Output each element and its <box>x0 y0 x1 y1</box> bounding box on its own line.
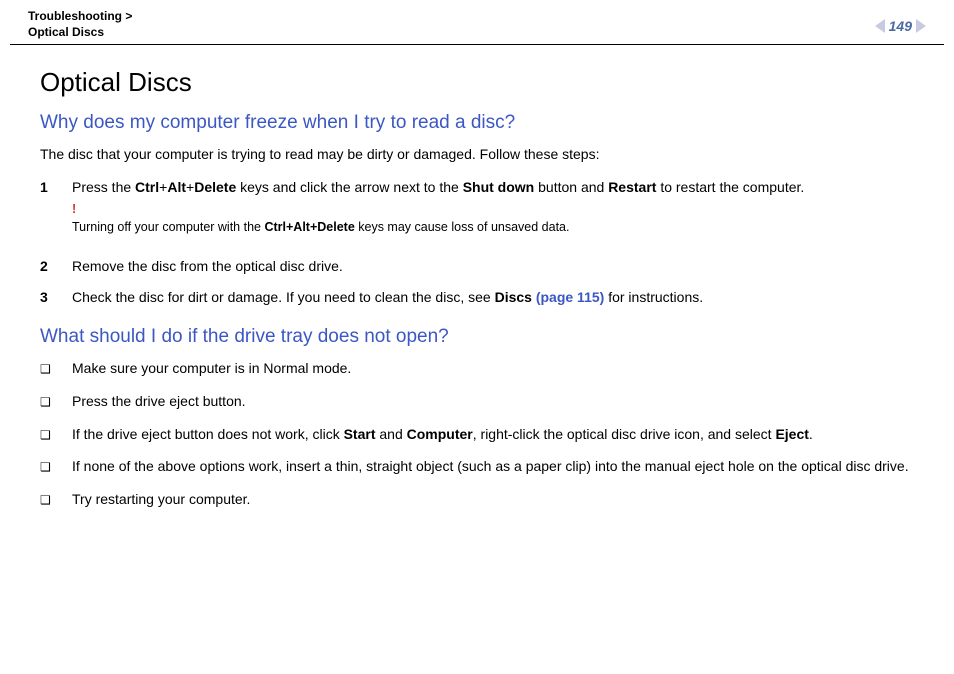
step-2: 2 Remove the disc from the optical disc … <box>40 256 914 277</box>
steps-list: 1 Press the Ctrl+Alt+Delete keys and cli… <box>40 177 914 308</box>
breadcrumb-line1: Troubleshooting > <box>28 9 132 23</box>
step-text: Check the disc for dirt or damage. If yo… <box>72 287 914 308</box>
warning-note: ! Turning off your computer with the Ctr… <box>72 200 914 236</box>
square-bullet-icon: ❑ <box>40 424 54 447</box>
list-item: ❑ Make sure your computer is in Normal m… <box>40 358 914 381</box>
breadcrumb-line2: Optical Discs <box>28 25 104 39</box>
warning-icon: ! <box>72 200 914 218</box>
list-item: ❑ If none of the above options work, ins… <box>40 456 914 479</box>
page-115-link[interactable]: (page 115) <box>536 289 604 305</box>
question-1-heading: Why does my computer freeze when I try t… <box>40 112 914 134</box>
square-bullet-icon: ❑ <box>40 456 54 479</box>
step-number: 3 <box>40 287 50 308</box>
page-title: Optical Discs <box>40 67 914 98</box>
square-bullet-icon: ❑ <box>40 489 54 512</box>
list-item: ❑ Try restarting your computer. <box>40 489 914 512</box>
square-bullet-icon: ❑ <box>40 358 54 381</box>
step-text: Remove the disc from the optical disc dr… <box>72 256 914 277</box>
list-text: If the drive eject button does not work,… <box>72 424 813 447</box>
page-number: 149 <box>889 18 912 34</box>
triangle-right-icon[interactable] <box>916 19 926 33</box>
list-text: If none of the above options work, inser… <box>72 456 909 479</box>
bullet-list: ❑ Make sure your computer is in Normal m… <box>40 358 914 512</box>
triangle-left-icon[interactable] <box>875 19 885 33</box>
step-number: 2 <box>40 256 50 277</box>
list-text: Press the drive eject button. <box>72 391 246 414</box>
question-1-intro: The disc that your computer is trying to… <box>40 144 914 164</box>
question-2-heading: What should I do if the drive tray does … <box>40 326 914 348</box>
list-text: Make sure your computer is in Normal mod… <box>72 358 351 381</box>
breadcrumb: Troubleshooting > Optical Discs <box>28 8 132 40</box>
square-bullet-icon: ❑ <box>40 391 54 414</box>
list-item: ❑ If the drive eject button does not wor… <box>40 424 914 447</box>
step-text: Press the Ctrl+Alt+Delete keys and click… <box>72 177 914 246</box>
page-indicator: 149 <box>875 8 926 34</box>
list-item: ❑ Press the drive eject button. <box>40 391 914 414</box>
step-number: 1 <box>40 177 50 246</box>
step-1: 1 Press the Ctrl+Alt+Delete keys and cli… <box>40 177 914 246</box>
list-text: Try restarting your computer. <box>72 489 250 512</box>
step-3: 3 Check the disc for dirt or damage. If … <box>40 287 914 308</box>
